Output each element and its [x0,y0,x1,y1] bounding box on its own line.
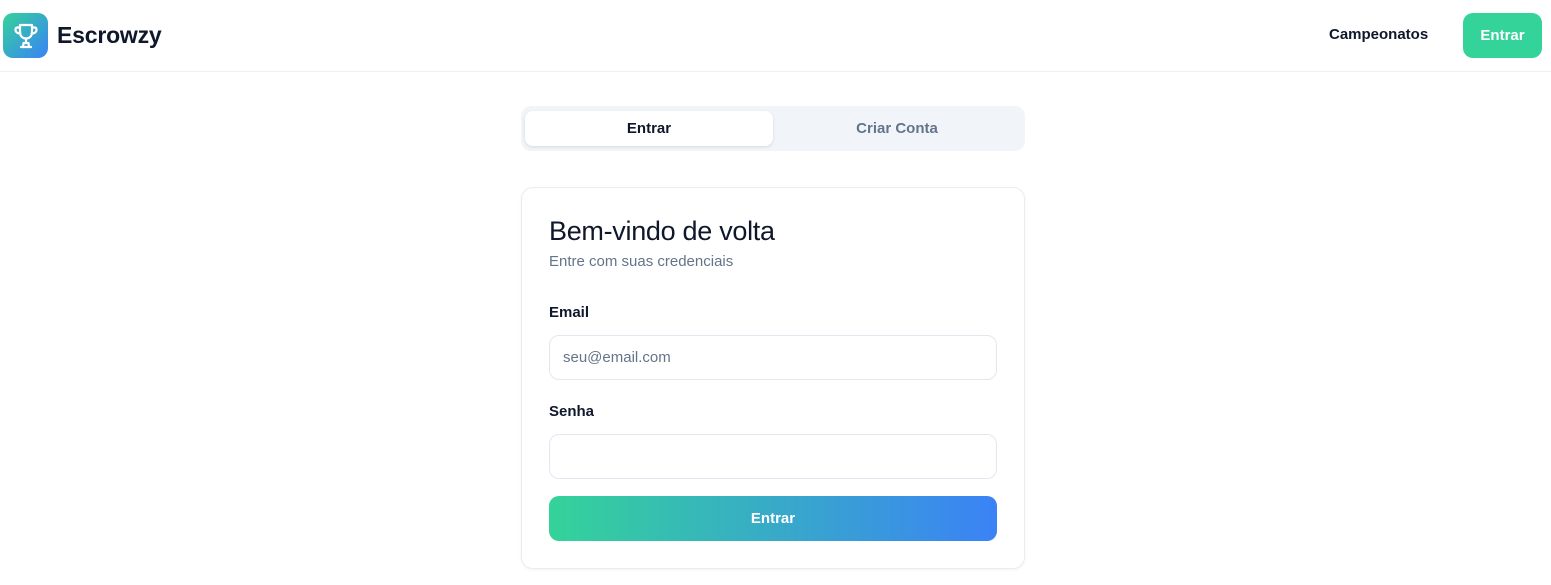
brand-name[interactable]: Escrowzy [57,20,162,50]
top-navbar: Escrowzy Campeonatos Entrar [0,0,1551,72]
login-submit-button[interactable]: Entrar [549,496,997,541]
auth-tabs: Entrar Criar Conta [521,106,1025,151]
password-field[interactable] [549,434,997,479]
login-card: Bem-vindo de volta Entre com suas creden… [521,187,1025,569]
tab-login[interactable]: Entrar [525,111,773,146]
email-label: Email [549,304,590,321]
brand-logo[interactable] [3,13,48,58]
tab-create-account[interactable]: Criar Conta [773,111,1021,146]
card-title: Bem-vindo de volta [549,216,775,246]
trophy-icon [13,23,38,48]
email-field[interactable] [549,335,997,380]
nav-link-campeonatos[interactable]: Campeonatos [1329,24,1428,46]
card-subtitle: Entre com suas credenciais [549,253,734,270]
password-label: Senha [549,403,595,420]
header-login-button[interactable]: Entrar [1463,13,1542,58]
